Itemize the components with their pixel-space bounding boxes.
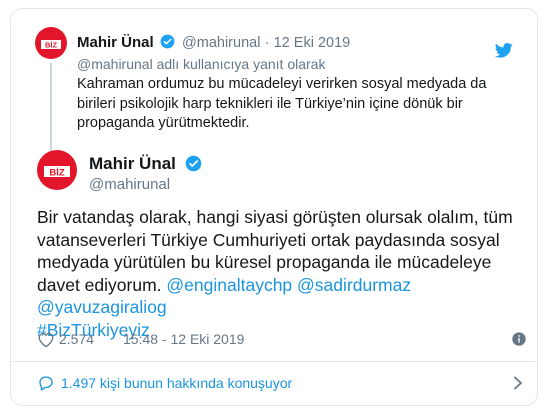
author-name[interactable]: Mahir Ünal: [77, 34, 154, 51]
tweet-timestamp[interactable]: 15:48 - 12 Eki 2019: [123, 331, 244, 347]
heart-icon[interactable]: [37, 331, 55, 348]
reply-context[interactable]: @mahirunal adlı kullanıcıya yanıt olarak: [77, 56, 325, 72]
info-icon[interactable]: [511, 331, 527, 347]
chevron-right-icon[interactable]: [513, 376, 523, 390]
conversation-link[interactable]: 1.497 kişi bunun hakkında konuşuyor: [37, 373, 529, 395]
author-name[interactable]: Mahir Ünal: [89, 154, 176, 173]
verified-badge-icon: [160, 34, 175, 49]
avatar[interactable]: BİZ: [37, 150, 77, 190]
separator-dot: ·: [264, 35, 270, 51]
author-handle[interactable]: @mahirunal: [89, 176, 170, 193]
mention-link[interactable]: @sadirdurmaz: [297, 275, 411, 295]
mention-link[interactable]: @enginaltaychp: [166, 275, 292, 295]
like-count[interactable]: 2.574: [59, 331, 94, 347]
tweet-date[interactable]: 12 Eki 2019: [274, 35, 351, 51]
mention-link[interactable]: @yavuzagiraliog: [37, 297, 167, 317]
divider: [11, 361, 537, 362]
thread-line: [50, 63, 52, 151]
avatar-logo-text: BİZ: [49, 167, 65, 178]
author-name-row: Mahir Ünal: [89, 154, 205, 174]
tweet-meta: 2.574 15:48 - 12 Eki 2019: [37, 329, 529, 351]
tweet-embed-card: BİZ Mahir Ünal @mahirunal · 12 Eki 2019 …: [10, 8, 538, 406]
avatar-logo-text: BİZ: [45, 41, 58, 50]
conversation-label[interactable]: 1.497 kişi bunun hakkında konuşuyor: [61, 375, 292, 391]
quoted-tweet-text: Kahraman ordumuz bu mücadeleyi verirken …: [77, 76, 487, 131]
author-handle[interactable]: @mahirunal: [182, 35, 260, 51]
avatar[interactable]: BİZ: [35, 27, 67, 59]
tweet-text: Bir vatandaş olarak, hangi siyasi görüşt…: [37, 206, 527, 341]
quoted-tweet-header: Mahir Ünal @mahirunal · 12 Eki 2019: [77, 34, 350, 51]
twitter-bird-icon[interactable]: [495, 43, 513, 58]
verified-badge-icon: [185, 155, 201, 172]
reply-bubble-icon: [39, 376, 53, 391]
